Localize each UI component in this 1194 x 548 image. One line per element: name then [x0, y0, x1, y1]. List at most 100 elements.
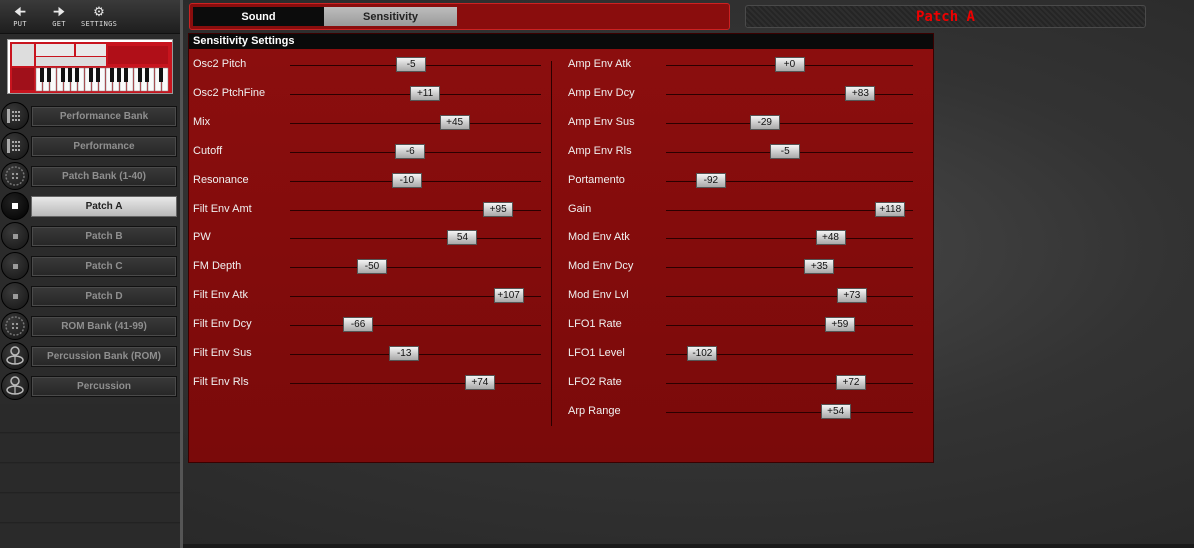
- nav-item-button[interactable]: Patch B: [31, 226, 177, 247]
- slider-track[interactable]: [666, 411, 913, 413]
- slider-knob[interactable]: +59: [824, 317, 855, 333]
- slider-track[interactable]: [666, 296, 913, 298]
- param-label: PW: [193, 231, 211, 244]
- param-row: Osc2 Pitch -5: [193, 55, 561, 75]
- slider-track[interactable]: [666, 267, 913, 269]
- nav-item[interactable]: Patch C: [0, 251, 180, 281]
- param-row: LFO1 Rate +59: [568, 315, 933, 335]
- param-label: Mod Env Lvl: [568, 289, 629, 302]
- slider-knob[interactable]: +35: [804, 259, 835, 275]
- slider-track[interactable]: [290, 382, 541, 384]
- nav-item-button[interactable]: Percussion Bank (ROM): [31, 346, 177, 367]
- param-label: Portamento: [568, 173, 625, 186]
- param-row: Portamento -92: [568, 171, 933, 191]
- sidebar-toolbar: 🠈 PUT 🠊 GET ⚙ SETTINGS: [0, 0, 180, 34]
- slider-track[interactable]: [290, 325, 541, 327]
- param-label: LFO1 Rate: [568, 318, 622, 331]
- slider-knob[interactable]: -29: [749, 114, 780, 130]
- put-button[interactable]: 🠈 PUT: [2, 5, 38, 31]
- rom-bank-icon: [1, 312, 29, 340]
- slider-knob[interactable]: +54: [820, 403, 851, 419]
- nav-item[interactable]: Performance Bank: [0, 101, 180, 131]
- slider-track[interactable]: [666, 122, 913, 124]
- param-label: Cutoff: [193, 144, 223, 157]
- slider-knob[interactable]: 54: [447, 230, 478, 246]
- slider-knob[interactable]: +11: [410, 85, 441, 101]
- slider-knob[interactable]: -6: [395, 143, 426, 159]
- param-row: Arp Range +54: [568, 402, 933, 422]
- tab-sensitivity[interactable]: Sensitivity: [324, 7, 457, 26]
- slider-knob[interactable]: +0: [774, 57, 805, 72]
- slider-knob[interactable]: +48: [815, 230, 846, 246]
- nav-item[interactable]: Patch D: [0, 281, 180, 311]
- slider-knob[interactable]: -5: [396, 57, 427, 72]
- slider-knob[interactable]: +107: [493, 288, 524, 304]
- slider-knob[interactable]: +83: [845, 85, 876, 101]
- arrow-right-icon: 🠊: [52, 4, 66, 19]
- slider-track[interactable]: [290, 122, 541, 124]
- param-label: FM Depth: [193, 260, 242, 273]
- param-label: Amp Env Sus: [568, 115, 635, 128]
- slider-knob[interactable]: -66: [343, 317, 374, 333]
- nav-item[interactable]: Patch B: [0, 221, 180, 251]
- param-row: Filt Env Amt +95: [193, 200, 561, 220]
- slider-knob[interactable]: -5: [770, 143, 801, 159]
- param-row: LFO2 Rate +72: [568, 373, 933, 393]
- param-label: Filt Env Atk: [193, 289, 249, 302]
- param-label: Osc2 PtchFine: [193, 86, 266, 99]
- slider-knob[interactable]: -50: [356, 259, 387, 275]
- param-row: Amp Env Atk +0: [568, 55, 933, 75]
- nav-item-button[interactable]: Patch C: [31, 256, 177, 277]
- param-label: Filt Env Rls: [193, 375, 249, 388]
- nav-item[interactable]: Performance: [0, 131, 180, 161]
- slider-track[interactable]: [666, 325, 913, 327]
- slider-track[interactable]: [666, 382, 913, 384]
- slider-track[interactable]: [666, 238, 913, 240]
- slider-track[interactable]: [666, 93, 913, 95]
- nav-item-button[interactable]: Patch Bank (1-40): [31, 166, 177, 187]
- nav-item-button[interactable]: ROM Bank (41-99): [31, 316, 177, 337]
- nav-item[interactable]: Percussion Bank (ROM): [0, 341, 180, 371]
- param-row: Filt Env Rls +74: [193, 373, 561, 393]
- slider-knob[interactable]: +118: [875, 201, 906, 217]
- nav-item-button[interactable]: Percussion: [31, 376, 177, 397]
- param-label: Arp Range: [568, 404, 621, 417]
- nav-item-button[interactable]: Performance Bank: [31, 106, 177, 127]
- get-button[interactable]: 🠊 GET: [41, 5, 77, 31]
- patch-name: Patch A: [915, 8, 975, 25]
- slider-knob[interactable]: +45: [439, 114, 470, 130]
- param-row: Filt Env Atk +107: [193, 286, 561, 306]
- param-row: Resonance -10: [193, 171, 561, 191]
- nav-item-button[interactable]: Patch D: [31, 286, 177, 307]
- slider-knob[interactable]: -92: [695, 172, 726, 188]
- slider-track[interactable]: [290, 267, 541, 269]
- nav-item[interactable]: ROM Bank (41-99): [0, 311, 180, 341]
- param-row: PW 54: [193, 228, 561, 248]
- param-row: Mod Env Atk +48: [568, 228, 933, 248]
- nav-item[interactable]: Percussion: [0, 371, 180, 401]
- settings-button[interactable]: ⚙ SETTINGS: [81, 5, 117, 31]
- param-row: Amp Env Rls -5: [568, 142, 933, 162]
- nav-item-button[interactable]: Performance: [31, 136, 177, 157]
- nav-item-button[interactable]: Patch A: [31, 196, 177, 217]
- slider-track[interactable]: [290, 238, 541, 240]
- tab-sound[interactable]: Sound: [193, 7, 324, 26]
- synth-image: [7, 39, 173, 94]
- slider-knob[interactable]: -102: [687, 346, 718, 361]
- patch-slot-icon: [1, 282, 29, 310]
- slider-knob[interactable]: +74: [464, 374, 495, 390]
- param-label: Gain: [568, 202, 592, 215]
- param-row: Mod Env Lvl +73: [568, 286, 933, 306]
- nav-item[interactable]: Patch Bank (1-40): [0, 161, 180, 191]
- slider-knob[interactable]: -10: [391, 172, 422, 188]
- slider-knob[interactable]: +72: [836, 374, 866, 390]
- slider-knob[interactable]: -13: [389, 346, 420, 361]
- arrow-left-icon: 🠈: [13, 4, 27, 19]
- nav-item[interactable]: Patch A: [0, 191, 180, 221]
- drum-icon: [1, 372, 29, 400]
- drum-kit-icon: [1, 342, 29, 370]
- patch-name-display: Patch A: [745, 5, 1146, 28]
- param-label: Mod Env Dcy: [568, 260, 634, 273]
- slider-knob[interactable]: +73: [836, 288, 867, 304]
- slider-knob[interactable]: +95: [483, 201, 514, 217]
